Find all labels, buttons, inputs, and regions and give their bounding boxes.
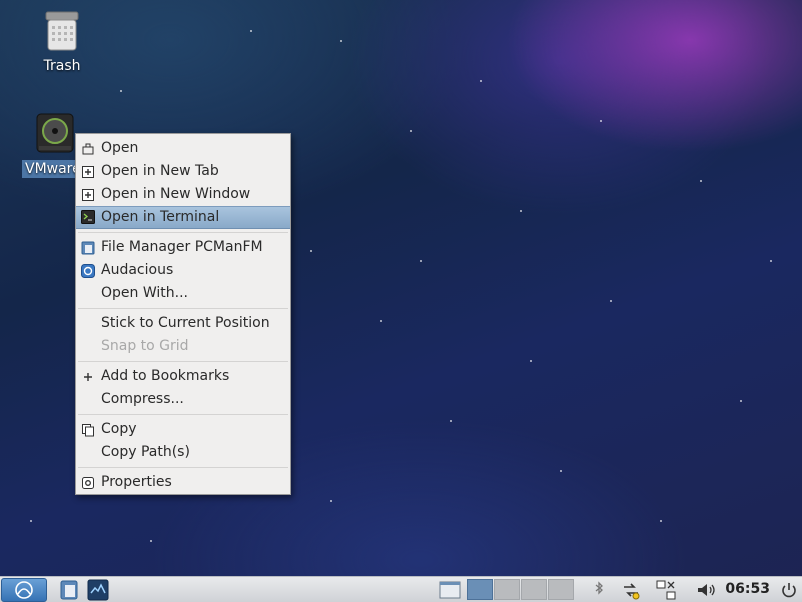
- menu-item-file-manager[interactable]: File Manager PCManFM: [76, 236, 290, 259]
- properties-icon: [81, 475, 95, 489]
- application-launcher[interactable]: [86, 578, 110, 602]
- disc-drive-icon: [35, 112, 75, 156]
- workspace-3[interactable]: [521, 579, 547, 600]
- menu-item-label: Open With...: [101, 285, 188, 301]
- file-manager-icon: [81, 240, 95, 255]
- menu-separator: [76, 411, 290, 418]
- menu-item-copy[interactable]: Copy: [76, 418, 290, 441]
- desktop-icon-trash[interactable]: Trash: [34, 10, 90, 74]
- new-tab-icon: [81, 164, 95, 178]
- menu-item-label: Open in Terminal: [101, 209, 220, 225]
- file-manager-icon: [60, 580, 78, 600]
- show-desktop-button[interactable]: [438, 578, 462, 602]
- workspace-1[interactable]: [467, 579, 493, 600]
- audacious-icon: [81, 263, 95, 278]
- menu-separator: [76, 229, 290, 236]
- menu-item-label: Compress...: [101, 391, 184, 407]
- menu-item-add-bookmarks[interactable]: Add to Bookmarks: [76, 365, 290, 388]
- power-icon[interactable]: [777, 578, 801, 602]
- menu-item-open-new-window[interactable]: Open in New Window: [76, 183, 290, 206]
- bluetooth-icon[interactable]: [587, 578, 611, 602]
- workspace-4[interactable]: [548, 579, 574, 600]
- application-icon: [87, 579, 109, 601]
- menu-item-label: Snap to Grid: [101, 338, 189, 354]
- desktop-icon-label: Trash: [43, 58, 81, 74]
- clock[interactable]: 06:53: [725, 577, 770, 601]
- menu-item-label: Copy: [101, 421, 137, 437]
- menu-item-label: Stick to Current Position: [101, 315, 270, 331]
- menu-item-open-new-tab[interactable]: Open in New Tab: [76, 160, 290, 183]
- start-menu-button[interactable]: [1, 578, 47, 602]
- plus-icon: [81, 369, 95, 383]
- network-icon[interactable]: [654, 578, 678, 602]
- menu-item-label: Properties: [101, 474, 172, 490]
- volume-icon[interactable]: [694, 578, 718, 602]
- menu-item-stick-position[interactable]: Stick to Current Position: [76, 312, 290, 335]
- menu-item-snap-to-grid: Snap to Grid: [76, 335, 290, 358]
- updates-icon[interactable]: [619, 578, 643, 602]
- context-menu: Open Open in New Tab Open in New Window …: [75, 133, 291, 495]
- menu-separator: [76, 358, 290, 365]
- menu-item-open[interactable]: Open: [76, 137, 290, 160]
- copy-icon: [81, 422, 95, 437]
- file-manager-launcher[interactable]: [58, 578, 82, 602]
- menu-item-open-with[interactable]: Open With...: [76, 282, 290, 305]
- workspace-2[interactable]: [494, 579, 520, 600]
- menu-item-label: Audacious: [101, 262, 174, 278]
- desktop-icon: [439, 581, 461, 599]
- menu-item-label: Open: [101, 140, 139, 156]
- taskbar: 06:53: [0, 576, 802, 602]
- menu-item-label: File Manager PCManFM: [101, 239, 263, 255]
- menu-item-compress[interactable]: Compress...: [76, 388, 290, 411]
- menu-item-label: Open in New Tab: [101, 163, 219, 179]
- menu-separator: [76, 464, 290, 471]
- menu-item-open-in-terminal[interactable]: Open in Terminal: [76, 206, 290, 229]
- trash-icon: [42, 10, 82, 54]
- open-folder-icon: [81, 141, 95, 155]
- menu-item-label: Copy Path(s): [101, 444, 190, 460]
- terminal-icon: [81, 210, 95, 224]
- menu-item-audacious[interactable]: Audacious: [76, 259, 290, 282]
- menu-separator: [76, 305, 290, 312]
- new-window-icon: [81, 187, 95, 201]
- menu-item-label: Add to Bookmarks: [101, 368, 230, 384]
- menu-item-properties[interactable]: Properties: [76, 471, 290, 494]
- menu-item-label: Open in New Window: [101, 186, 251, 202]
- menu-item-copy-paths[interactable]: Copy Path(s): [76, 441, 290, 464]
- lubuntu-logo-icon: [15, 581, 33, 599]
